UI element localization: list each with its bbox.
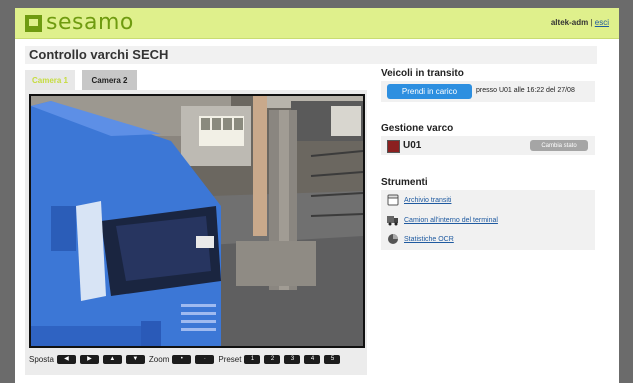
zoom-in-button[interactable]: • (172, 354, 192, 364)
username: altek-adm (550, 18, 589, 27)
preset-button-2[interactable]: 2 (264, 354, 281, 364)
tool-link-trucks[interactable]: Camion all'interno del terminal (404, 217, 498, 224)
camera-frame (29, 94, 365, 348)
preset-button-1[interactable]: 1 (244, 354, 261, 364)
left-arrow-icon: ◀ (64, 355, 69, 362)
transit-info: presso U01 alle 16:22 del 27/08 (476, 87, 575, 94)
tool-item-archive[interactable]: Archivio transiti (387, 193, 451, 207)
gate-name: U01 (403, 140, 422, 151)
gate-box: U01 Cambia stato (381, 136, 595, 155)
tools-title: Strumenti (381, 177, 428, 188)
change-state-button[interactable]: Cambia stato (530, 140, 588, 151)
title-bar: Controllo varchi SECH (25, 46, 597, 64)
transit-title: Veicoli in transito (381, 68, 464, 79)
user-separator: | (590, 18, 593, 27)
move-label: Sposta (29, 354, 54, 364)
tool-link-ocr-stats[interactable]: Statistiche OCR (404, 236, 454, 243)
tool-link-archive[interactable]: Archivio transiti (404, 197, 451, 204)
camera-feed (31, 96, 363, 346)
tab-camera-1[interactable]: Camera 1 (25, 70, 75, 90)
up-arrow-icon: ▲ (109, 355, 116, 362)
page-title: Controllo varchi SECH (29, 47, 169, 62)
archive-icon (387, 194, 399, 206)
logo: sesamo (25, 11, 134, 35)
preset-label: Preset (218, 354, 242, 364)
gate-title: Gestione varco (381, 123, 454, 134)
move-right-button[interactable]: ▶ (79, 354, 99, 364)
tool-item-trucks[interactable]: Camion all'interno del terminal (387, 213, 498, 227)
transit-box: Prendi in carico presso U01 alle 16:22 d… (381, 81, 595, 102)
move-up-button[interactable]: ▲ (102, 354, 122, 364)
tools-box: Archivio transiti Camion all'interno del… (381, 190, 595, 250)
preset-button-3[interactable]: 3 (284, 354, 301, 364)
preset-button-4[interactable]: 4 (304, 354, 321, 364)
tab-camera-2[interactable]: Camera 2 (82, 70, 137, 90)
user-box: altek-adm | esci (551, 18, 609, 27)
logout-link[interactable]: esci (595, 18, 609, 27)
take-charge-button[interactable]: Prendi in carico (387, 84, 472, 99)
zoom-label: Zoom (148, 354, 170, 364)
camera-feed-image (31, 96, 363, 346)
move-left-button[interactable]: ◀ (56, 354, 76, 364)
move-down-button[interactable]: ▼ (125, 354, 145, 364)
pie-chart-icon (388, 234, 398, 244)
down-arrow-icon: ▼ (132, 355, 139, 362)
logo-text: sesamo (46, 10, 134, 35)
right-arrow-icon: ▶ (87, 355, 92, 362)
logo-mark-icon (25, 14, 42, 32)
zoom-out-button[interactable]: · (195, 354, 215, 364)
camera-panel: Sposta ◀ ▶ ▲ ▼ Zoom • · Preset 1 2 3 4 5 (25, 90, 367, 375)
camera-controls: Sposta ◀ ▶ ▲ ▼ Zoom • · Preset 1 2 3 4 5 (29, 352, 365, 366)
preset-button-5[interactable]: 5 (324, 354, 341, 364)
zoom-out-icon: · (203, 355, 206, 362)
zoom-in-icon: • (180, 355, 183, 362)
app-window: sesamo altek-adm | esci Controllo varchi… (15, 8, 619, 383)
truck-icon (387, 216, 398, 226)
tool-item-ocr-stats[interactable]: Statistiche OCR (387, 232, 454, 246)
gate-status-indicator (387, 140, 400, 153)
top-bar: sesamo altek-adm | esci (15, 8, 619, 39)
